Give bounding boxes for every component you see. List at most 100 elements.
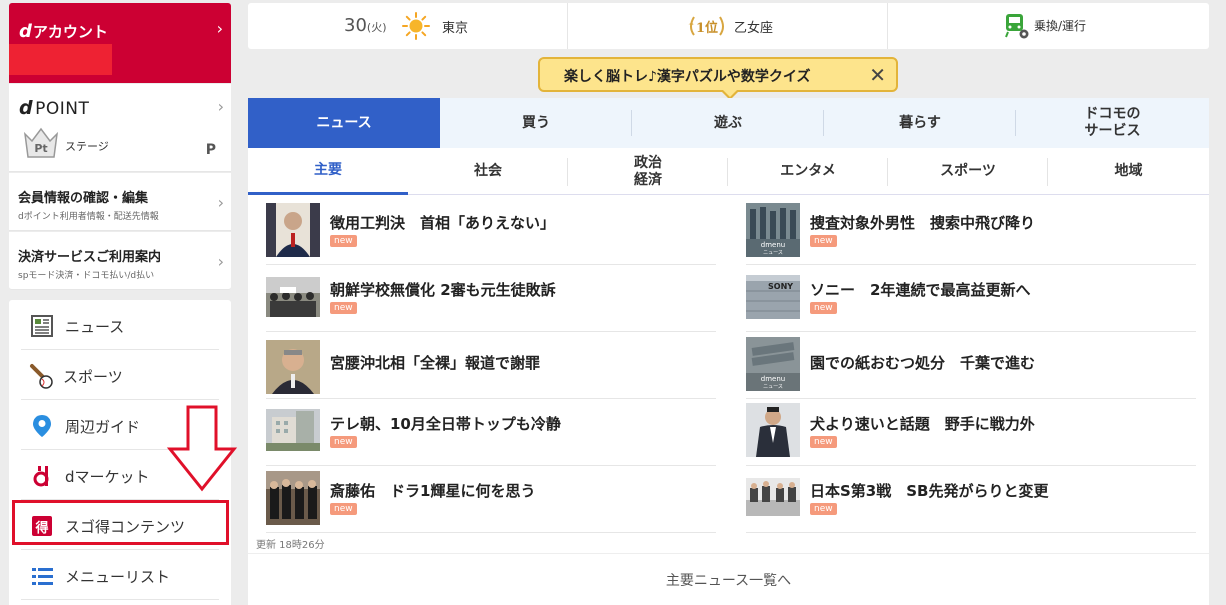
d-account-header[interactable]: dアカウント › (9, 3, 231, 83)
chevron-right-icon: › (217, 193, 224, 212)
news-article[interactable]: 朝鮮学校無償化 2審も元生徒敗訴 new (266, 265, 716, 332)
svg-text:✦: ✦ (688, 20, 695, 29)
temperature: 30(火) (344, 15, 387, 36)
menu-item-news[interactable]: ニュース (21, 300, 219, 350)
article-headline: 徴用工判決 首相「ありえない」 (330, 214, 556, 232)
point-unit: P (205, 142, 216, 158)
tab-label: ニュース (316, 114, 372, 131)
annotation-arrow-down (166, 405, 238, 492)
tab-news[interactable]: ニュース (248, 98, 440, 148)
article-headline: 園での紙おむつ処分 千葉で進む (810, 354, 1036, 372)
subtab-society[interactable]: 社会 (408, 148, 568, 195)
horoscope-widget[interactable]: ✦ 1位 乙女座 (568, 3, 888, 49)
point-rank-crown-icon: Pt (23, 127, 59, 158)
d-point-card[interactable]: d POINT › Pt ステージ P (9, 84, 231, 172)
menu-label: ニュース (65, 318, 125, 336)
menu-label: dマーケット (65, 468, 150, 486)
article-headline: ソニー 2年連続で最高益更新へ (810, 281, 1031, 299)
link-subtitle: dポイント利用者情報・配送先情報 (18, 212, 159, 222)
new-badge: new (810, 503, 837, 515)
news-article[interactable]: 犬より速いと話題 野手に戦力外 new (746, 399, 1196, 466)
news-article[interactable]: SONY ソニー 2年連続で最高益更新へ new (746, 265, 1196, 332)
promo-banner[interactable]: 楽しく脳トレ♪漢字パズルや数学クイズ ✕ (538, 57, 898, 100)
weather-widget[interactable]: 30(火) 東京 (248, 3, 568, 49)
tab-play[interactable]: 遊ぶ (632, 98, 824, 148)
chevron-right-icon: › (216, 19, 223, 38)
more-news-link[interactable]: 主要ニュース一覧へ (248, 553, 1209, 605)
link-subtitle: spモード決済・ドコモ払い/d払い (18, 271, 155, 281)
news-article[interactable]: dmenu ニュース 捜査対象外男性 捜索中飛び降り new (746, 198, 1196, 265)
dmarket-icon (33, 466, 49, 487)
payment-info-link[interactable]: 決済サービスご利用案内 spモード決済・ドコモ払い/d払い › (9, 232, 231, 290)
info-bar: 30(火) 東京 ✦ 1位 乙女座 乗換/運行 (248, 3, 1209, 49)
new-badge: new (330, 235, 357, 247)
article-thumbnail (266, 471, 320, 525)
subtab-local[interactable]: 地域 (1048, 148, 1209, 195)
subtab-label: 地域 (1114, 163, 1143, 180)
zodiac-sign: 乙女座 (734, 21, 774, 36)
subtab-sports[interactable]: スポーツ (888, 148, 1048, 195)
article-thumbnail (266, 340, 320, 394)
svg-text:1位: 1位 (696, 20, 718, 36)
sun-icon (402, 12, 430, 40)
close-icon[interactable]: ✕ (869, 63, 886, 87)
tab-docomo-services[interactable]: ドコモの サービス (1016, 98, 1209, 148)
news-article[interactable]: dmenu ニュース 園での紙おむつ処分 千葉で進む (746, 332, 1196, 399)
link-title: 会員情報の確認・編集 (18, 191, 149, 206)
category-tabs: ニュース 買う 遊ぶ 暮らす ドコモの サービス (248, 98, 1209, 148)
new-badge: new (330, 302, 357, 314)
subtab-top[interactable]: 主要 (248, 148, 408, 195)
menu-label: スポーツ (63, 368, 123, 386)
subtab-label: 主要 (314, 161, 342, 178)
subtab-label: 政治 経済 (634, 154, 662, 188)
tab-shop[interactable]: 買う (440, 98, 632, 148)
svg-text:Pt: Pt (34, 142, 47, 155)
subtab-label: 社会 (474, 163, 502, 180)
rank-laurel-icon: ✦ 1位 (688, 16, 724, 36)
news-article[interactable]: 日本S第3戦 SB先発がらりと変更 new (746, 466, 1196, 533)
subtab-politics-economy[interactable]: 政治 経済 (568, 148, 728, 195)
article-headline: 朝鮮学校無償化 2審も元生徒敗訴 (330, 281, 556, 299)
new-badge: new (810, 235, 837, 247)
tab-label: ドコモの サービス (1084, 106, 1141, 139)
member-info-link[interactable]: 会員情報の確認・編集 dポイント利用者情報・配送先情報 › (9, 173, 231, 231)
newspaper-icon (31, 315, 53, 337)
article-thumbnail: dmenuニュース (746, 337, 800, 391)
main-panel: ニュース 買う 遊ぶ 暮らす ドコモの サービス 主要 社会 政治 経済 エンタ… (248, 98, 1209, 605)
baseball-icon (30, 364, 53, 389)
article-thumbnail (266, 277, 320, 317)
last-updated: 更新 18時26分 (256, 540, 325, 551)
tab-label: 暮らす (899, 114, 941, 131)
subtab-entertainment[interactable]: エンタメ (728, 148, 888, 195)
tab-label: 遊ぶ (714, 114, 742, 131)
article-thumbnail (746, 478, 800, 516)
news-article[interactable]: 宮腰沖北相「全裸」報道で謝罪 (266, 332, 716, 399)
svg-text:dmenu: dmenu (761, 241, 785, 249)
svg-text:dmenu: dmenu (761, 375, 785, 383)
banner-pointer-inner (723, 90, 737, 97)
train-gear-icon (1005, 14, 1029, 39)
new-badge: new (810, 302, 837, 314)
article-headline: 日本S第3戦 SB先発がらりと変更 (810, 482, 1049, 500)
subtab-label: エンタメ (780, 163, 836, 180)
article-headline: テレ朝、10月全日帯トップも冷静 (330, 415, 561, 433)
svg-text:ニュース: ニュース (763, 250, 783, 256)
article-thumbnail: dmenuニュース (746, 203, 800, 257)
article-headline: 犬より速いと話題 野手に戦力外 (810, 415, 1035, 433)
article-headline: 斎藤佑 ドラ1輝星に何を思う (330, 482, 536, 500)
news-article[interactable]: 徴用工判決 首相「ありえない」 new (266, 198, 716, 265)
redacted-account-name (9, 44, 112, 75)
article-thumbnail: SONY (746, 275, 800, 319)
list-icon (32, 568, 53, 585)
menu-item-menu-list[interactable]: メニューリスト (21, 550, 219, 600)
svg-text:SONY: SONY (768, 282, 793, 291)
article-headline: 宮腰沖北相「全裸」報道で謝罪 (330, 354, 541, 372)
tab-living[interactable]: 暮らす (824, 98, 1016, 148)
menu-item-sports[interactable]: スポーツ (21, 350, 219, 400)
svg-text:ニュース: ニュース (763, 384, 783, 390)
menu-label: メニューリスト (65, 568, 171, 586)
news-article[interactable]: テレ朝、10月全日帯トップも冷静 new (266, 399, 716, 466)
tab-label: 買う (522, 114, 550, 131)
news-article[interactable]: 斎藤佑 ドラ1輝星に何を思う new (266, 466, 716, 533)
transit-widget[interactable]: 乗換/運行 (888, 3, 1209, 49)
